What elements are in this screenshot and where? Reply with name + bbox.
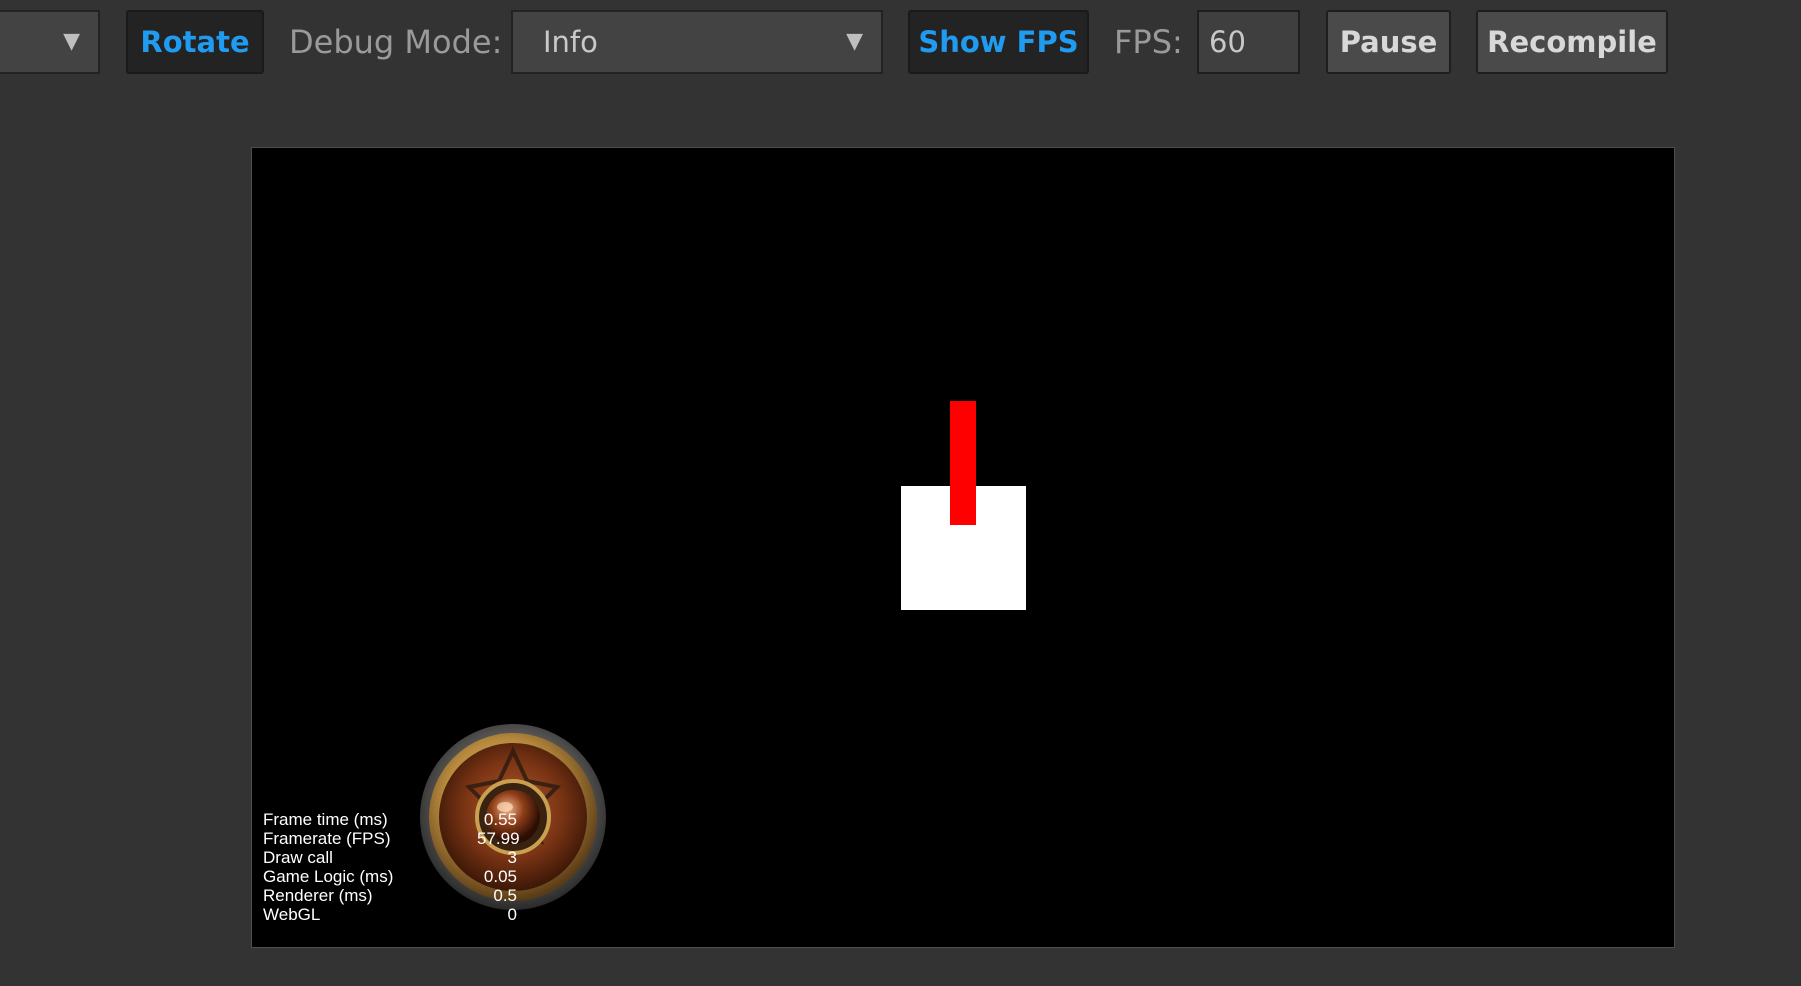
stats-value: 0.05 (483, 867, 517, 886)
red-bar-sprite (950, 401, 976, 525)
recompile-button[interactable]: Recompile (1476, 10, 1668, 74)
debug-mode-value: Info (543, 25, 598, 59)
game-canvas[interactable]: Frame time (ms) 0.55 Framerate (FPS) 57.… (251, 147, 1675, 948)
stats-row: Frame time (ms) 0.55 (263, 810, 517, 829)
stats-row: Framerate (FPS) 57.99 (263, 829, 520, 848)
stats-label: Frame time (ms) (263, 810, 388, 829)
stats-row: Game Logic (ms) 0.05 (263, 867, 517, 886)
rotate-button[interactable]: Rotate (126, 10, 264, 74)
stats-label: Renderer (ms) (263, 886, 373, 905)
stats-label: Draw call (263, 848, 333, 867)
pause-button[interactable]: Pause (1326, 10, 1451, 74)
scene-select[interactable]: ▼ (0, 10, 100, 74)
stats-label: WebGL (263, 905, 321, 924)
stats-value: 0 (507, 905, 517, 924)
chevron-down-icon: ▼ (846, 29, 863, 54)
stats-value: 3 (507, 848, 517, 867)
stats-label: Game Logic (ms) (263, 867, 394, 886)
fps-label: FPS: (1114, 23, 1183, 61)
show-fps-button[interactable]: Show FPS (908, 10, 1089, 74)
stats-value: 0.55 (483, 810, 517, 829)
debug-mode-select[interactable]: Info ▼ (511, 10, 883, 74)
chevron-down-icon: ▼ (63, 29, 80, 54)
stats-value: 57.99 (477, 829, 520, 848)
stats-row: WebGL 0 (263, 905, 517, 924)
stats-row: Renderer (ms) 0.5 (263, 886, 517, 905)
stats-value: 0.5 (493, 886, 517, 905)
toolbar: ▼ Rotate Debug Mode: Info ▼ Show FPS FPS… (0, 0, 1801, 86)
debug-mode-label: Debug Mode: (289, 23, 503, 61)
stats-panel: Frame time (ms) 0.55 Framerate (FPS) 57.… (263, 810, 520, 924)
fps-input[interactable]: 60 (1197, 10, 1300, 74)
stats-row: Draw call 3 (263, 848, 517, 867)
stats-label: Framerate (FPS) (263, 829, 391, 848)
